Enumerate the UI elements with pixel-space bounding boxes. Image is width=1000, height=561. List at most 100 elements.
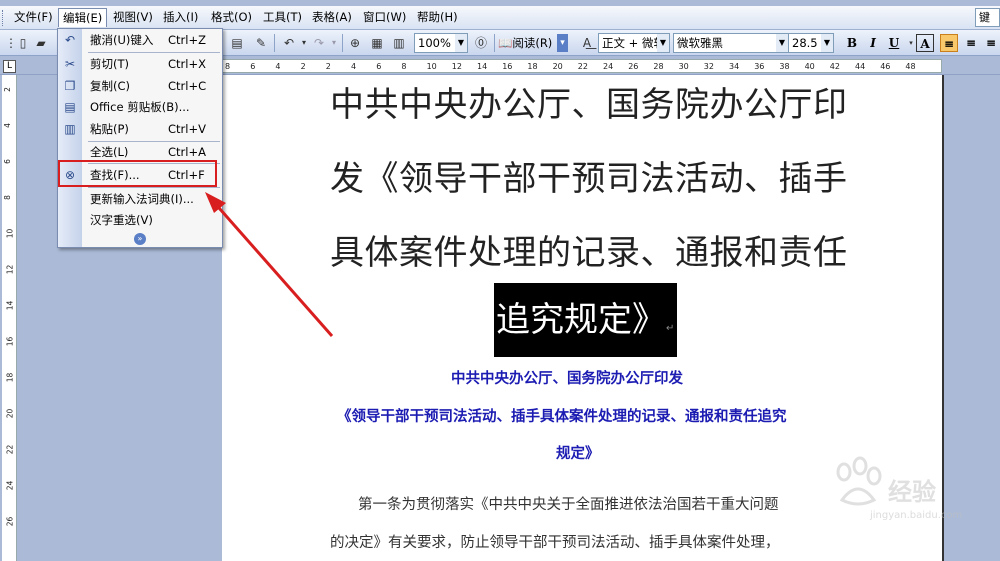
vertical-ruler-number: 2 <box>2 87 12 92</box>
insert-table-icon[interactable]: ▥ <box>390 34 408 52</box>
toolbar-options-icon[interactable]: ▾ <box>557 34 568 52</box>
menu-item-office-clipboard[interactable]: ▤ Office 剪贴板(B)... <box>58 96 222 118</box>
toolbar-separator <box>494 34 495 52</box>
vertical-ruler-number: 14 <box>5 300 15 311</box>
read-button[interactable]: 📖阅读(R) <box>498 34 552 52</box>
help-question-box[interactable]: 键 <box>975 8 1000 27</box>
menu-item-update-ime-dictionary[interactable]: 更新输入法词典(I)... <box>58 188 222 210</box>
find-highlight-box <box>58 160 217 187</box>
watermark-text: 经验 <box>888 478 936 506</box>
doc-subtitle: 中共中央办公厅、国务院办公厅印发 <box>451 371 683 387</box>
ruler-number: 8 <box>225 62 231 71</box>
chevron-down-icon[interactable]: ▼ <box>455 34 467 52</box>
menu-item-shortcut: Ctrl+C <box>168 79 207 93</box>
toolbar-separator <box>342 34 343 52</box>
menu-item-label: Office 剪贴板(B)... <box>90 100 190 114</box>
watermark-url: jingyan.baidu.com <box>870 510 963 521</box>
baidu-watermark: 经验 jingyan.baidu.com <box>830 452 995 532</box>
ruler-number: 32 <box>703 62 714 71</box>
vertical-ruler: 2 4 6 8 10 12 14 16 18 20 22 24 26 <box>0 75 20 561</box>
menu-item-shortcut: Ctrl+Z <box>168 33 206 47</box>
justify-icon[interactable]: ≡ <box>982 34 1000 52</box>
vertical-ruler-number: 18 <box>5 372 15 383</box>
vertical-ruler-number: 26 <box>5 516 15 527</box>
menu-item-reconvert[interactable]: 汉字重选(V) <box>58 209 222 231</box>
selected-title-text: 追究规定》 <box>494 283 677 357</box>
italic-button[interactable]: I <box>864 34 882 52</box>
menu-item-paste[interactable]: ▥ 粘贴(P) Ctrl+V <box>58 118 222 140</box>
book-icon: 📖 <box>498 36 513 50</box>
chevron-down-icon[interactable]: ▼ <box>657 34 669 52</box>
doc-body-line: 的决定》有关要求，防止领导干部干预司法活动、插手具体案件处理， <box>330 535 780 551</box>
menu-item-shortcut: Ctrl+V <box>168 122 206 136</box>
doc-title-line: 具体案件处理的记录、通报和责任 <box>330 233 848 273</box>
menu-item-copy[interactable]: ❐ 复制(C) Ctrl+C <box>58 75 222 97</box>
hyperlink-icon[interactable]: ⊕ <box>346 34 364 52</box>
menu-help[interactable]: 帮助(H) <box>413 8 462 27</box>
menu-item-label: 汉字重选(V) <box>90 213 153 227</box>
vertical-ruler-track[interactable]: 2 4 6 8 10 12 14 16 18 20 22 24 26 <box>2 75 17 561</box>
vertical-ruler-number: 24 <box>5 480 15 491</box>
menu-item-cut[interactable]: ✂ 剪切(T) Ctrl+X <box>58 53 222 75</box>
ruler-number: 38 <box>779 62 790 71</box>
doc-body-line: 第一条为贯彻落实《中共中央关于全面推进依法治国若干重大问题 <box>358 497 779 513</box>
vertical-ruler-number: 6 <box>2 159 12 164</box>
font-size-value: 28.5 <box>792 36 818 50</box>
zoom-value: 100% <box>418 36 451 50</box>
ruler-number: 40 <box>804 62 815 71</box>
new-document-icon[interactable]: ▯ <box>14 34 32 52</box>
paw-logo-icon <box>836 456 882 506</box>
ruler-number: 34 <box>729 62 740 71</box>
menu-format[interactable]: 格式(O) <box>207 8 256 27</box>
vertical-ruler-number: 22 <box>5 444 15 455</box>
ruler-number: 46 <box>880 62 891 71</box>
ruler-number: 12 <box>451 62 462 71</box>
align-right-icon[interactable]: ≡ <box>962 34 980 52</box>
menu-tools[interactable]: 工具(T) <box>259 8 306 27</box>
open-folder-icon[interactable]: ▰ <box>32 34 50 52</box>
font-color-button[interactable]: A <box>916 34 934 52</box>
paragraph-mark: ↵ <box>666 323 675 334</box>
styles-pane-icon[interactable]: A͟ <box>578 34 596 52</box>
doc-subtitle: 《领导干部干预司法活动、插手具体案件处理的记录、通报和责任追究 <box>337 409 787 425</box>
menu-item-undo[interactable]: ↶ 撤消(U)键入 Ctrl+Z <box>58 29 222 51</box>
menu-table[interactable]: 表格(A) <box>308 8 356 27</box>
expand-menu-icon[interactable]: » <box>134 233 146 245</box>
ruler-number: 26 <box>628 62 639 71</box>
menu-bar-grip[interactable] <box>2 10 5 26</box>
menu-item-label: 复制(C) <box>90 79 131 93</box>
underline-button[interactable]: U <box>885 34 903 52</box>
menu-window[interactable]: 窗口(W) <box>359 8 410 27</box>
menu-insert[interactable]: 插入(I) <box>159 8 202 27</box>
read-label: 阅读(R) <box>512 36 553 50</box>
style-value: 正文 + 微软 <box>602 36 665 50</box>
doc-title-line: 中共中央办公厅、国务院办公厅印 <box>330 85 848 125</box>
chevron-down-icon[interactable]: ▼ <box>821 34 833 52</box>
toolbar-separator <box>274 34 275 52</box>
ruler-track[interactable]: 8 6 4 2 2 4 6 8 10 12 14 16 18 20 22 24 26 28 30 32 34 36 38 40… <box>222 59 942 73</box>
font-combo[interactable]: 微软雅黑 ▼ <box>673 33 789 53</box>
menu-file[interactable]: 文件(F) <box>10 8 57 27</box>
ruler-number: 6 <box>376 62 382 71</box>
menu-item-label: 粘贴(P) <box>90 122 129 136</box>
vertical-ruler-number: 4 <box>2 123 12 128</box>
align-center-icon[interactable]: ≡ <box>940 34 958 52</box>
paste-toolbar-icon[interactable]: ▤ <box>228 34 246 52</box>
format-painter-icon[interactable]: ✎ <box>252 34 270 52</box>
ruler-number: 20 <box>552 62 563 71</box>
style-combo[interactable]: 正文 + 微软 ▼ <box>598 33 670 53</box>
ruler-number: 2 <box>325 62 331 71</box>
tab-stop-selector[interactable]: L <box>3 60 16 73</box>
menu-edit[interactable]: 编辑(E) <box>58 8 108 27</box>
redo-dropdown-icon[interactable]: ▾ <box>325 34 343 52</box>
zoom-combo[interactable]: 100% ▼ <box>414 33 468 53</box>
bold-button[interactable]: B <box>843 34 861 52</box>
ruler-number: 14 <box>477 62 488 71</box>
vertical-ruler-number: 8 <box>2 195 12 200</box>
tables-borders-icon[interactable]: ▦ <box>368 34 386 52</box>
menu-view[interactable]: 视图(V) <box>109 8 157 27</box>
font-size-combo[interactable]: 28.5 ▼ <box>788 33 834 53</box>
help-icon[interactable]: ⓪ <box>472 34 490 52</box>
chevron-down-icon[interactable]: ▼ <box>776 34 788 52</box>
vertical-ruler-number: 20 <box>5 408 15 419</box>
